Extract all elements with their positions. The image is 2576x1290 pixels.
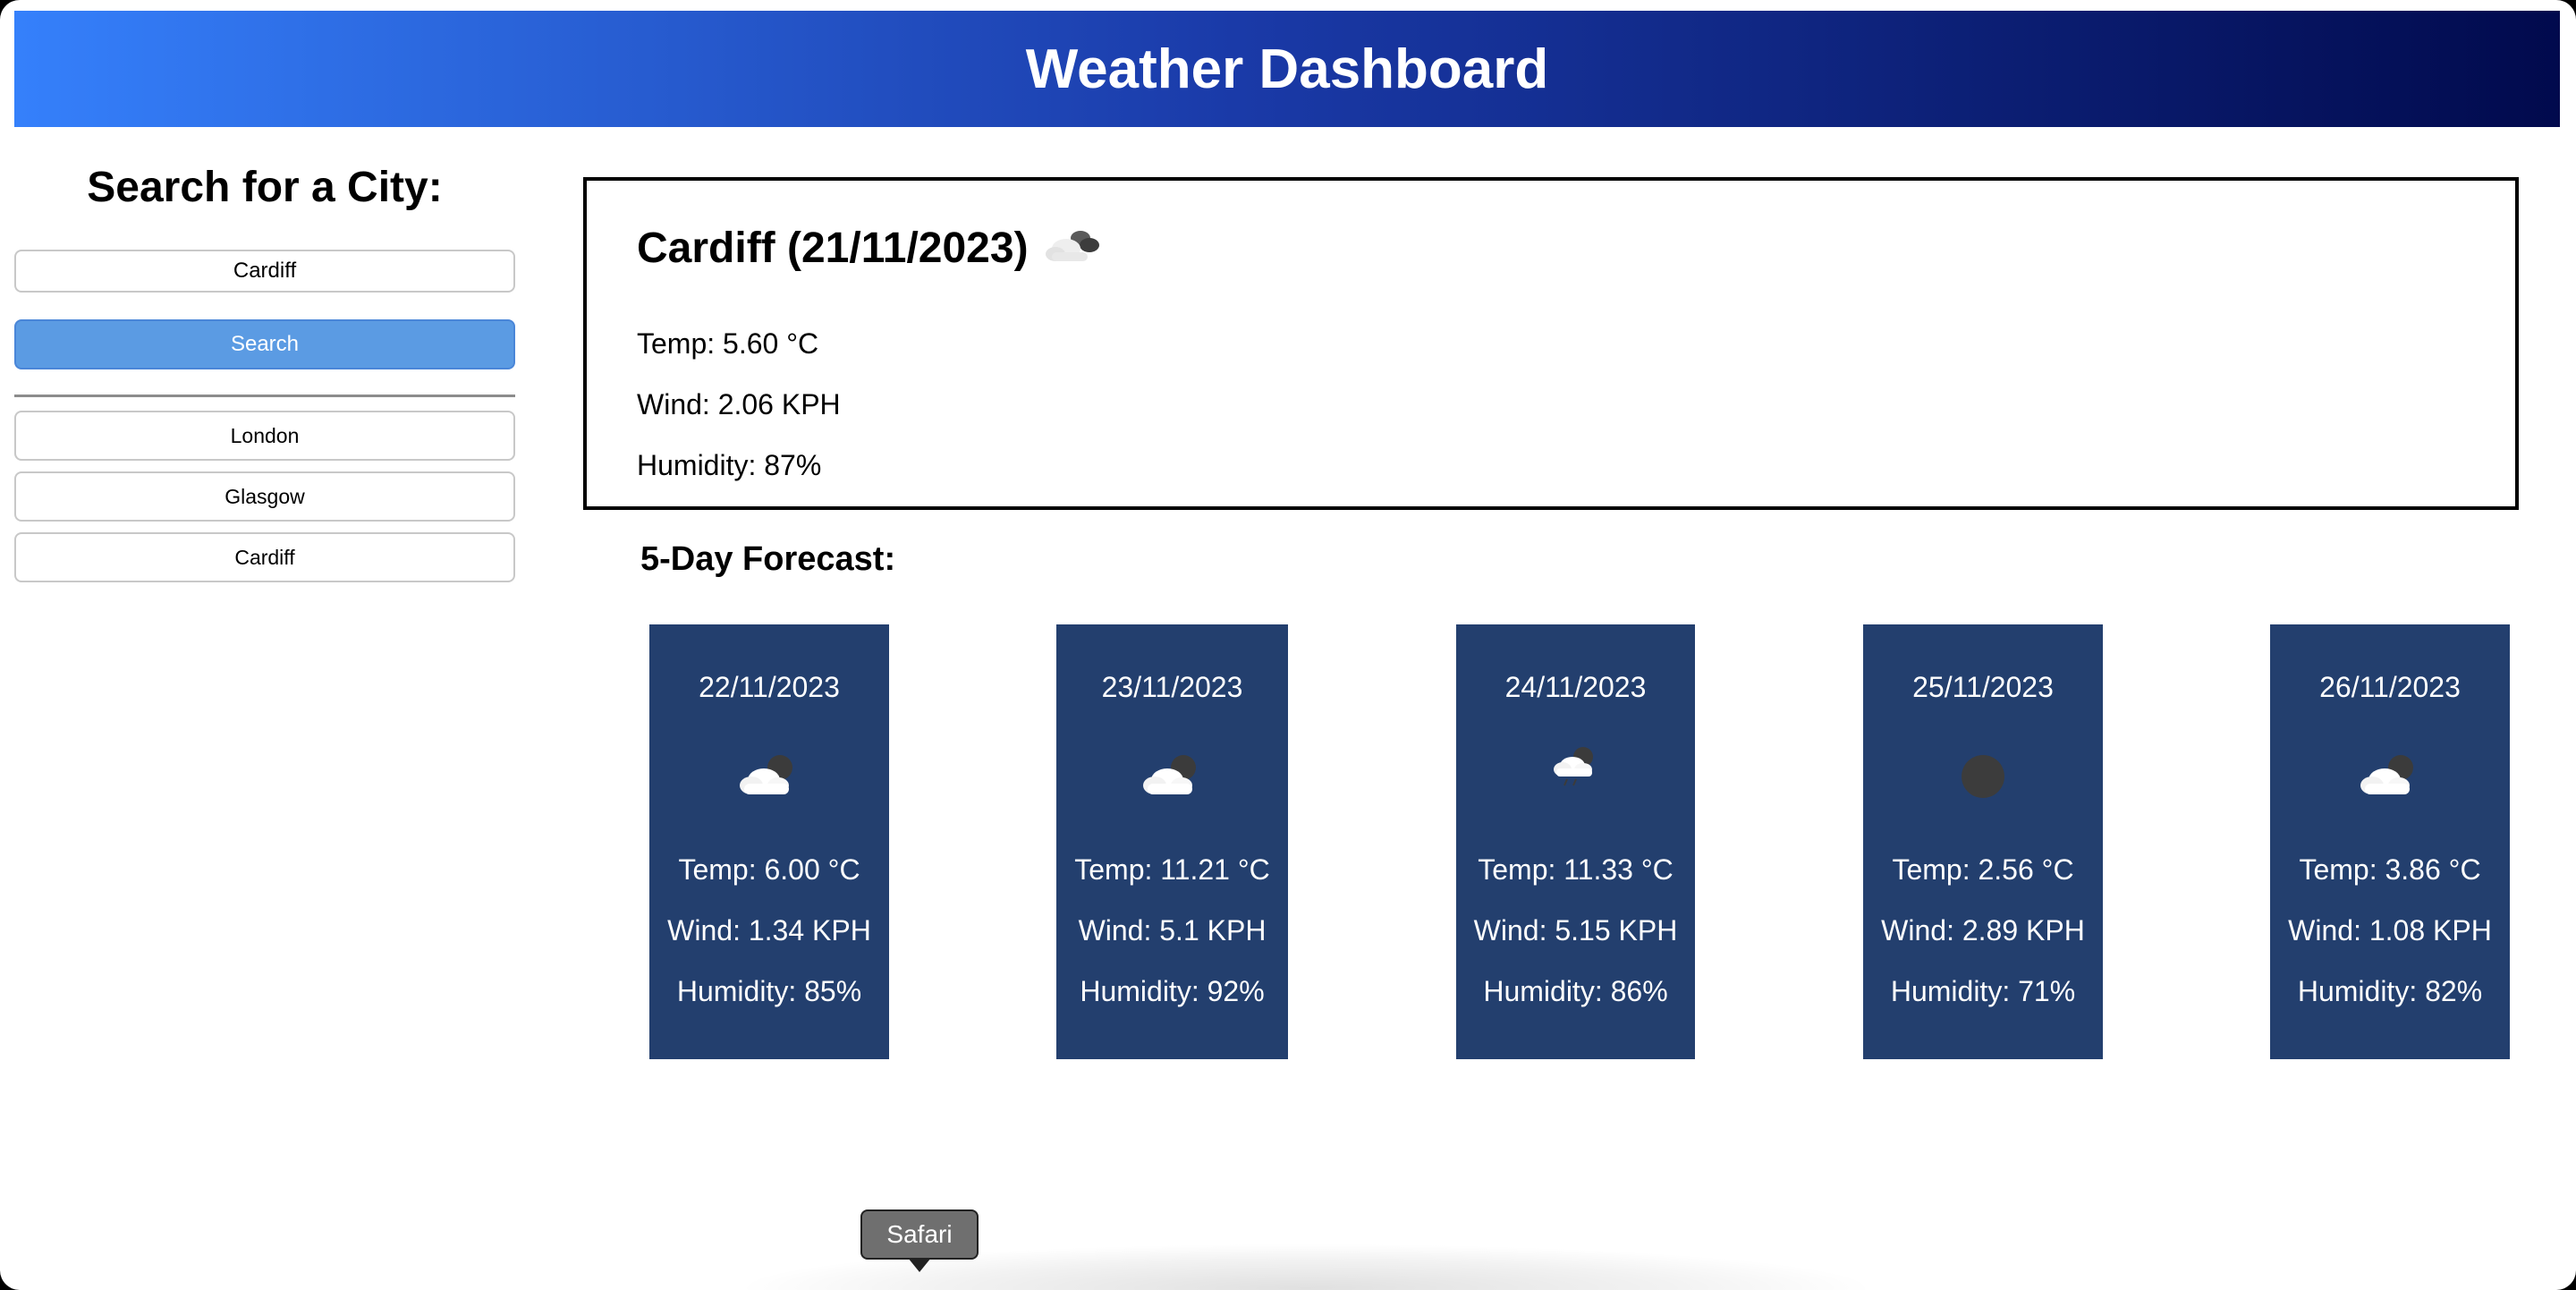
- forecast-temp: Temp: 11.33 °C: [1478, 853, 1674, 886]
- browser-page: Weather Dashboard Search for a City: Sea…: [0, 0, 2576, 1290]
- forecast-wind: Wind: 5.1 KPH: [1078, 914, 1267, 946]
- forecast-title: 5-Day Forecast:: [640, 540, 896, 578]
- forecast-card: 22/11/2023 Temp: 6.00 °C Wind: 1.34 KPH …: [649, 624, 889, 1059]
- forecast-temp: Temp: 2.56 °C: [1892, 853, 2074, 886]
- forecast-date: 23/11/2023: [1101, 671, 1243, 703]
- forecast-date: 26/11/2023: [2319, 671, 2461, 703]
- history-button-london[interactable]: London: [14, 411, 515, 461]
- forecast-humidity: Humidity: 71%: [1890, 975, 2076, 1007]
- forecast-wind: Wind: 5.15 KPH: [1473, 914, 1678, 946]
- sidebar-divider: [14, 395, 515, 397]
- partly-cloudy-night-icon: [2356, 750, 2424, 804]
- forecast-wind: Wind: 2.89 KPH: [1881, 914, 2085, 946]
- current-temp: Temp: 5.60 °C: [637, 327, 819, 360]
- forecast-humidity: Humidity: 86%: [1483, 975, 1668, 1007]
- cloudy-icon: [1045, 222, 1100, 274]
- forecast-card: 24/11/2023 Temp: 11.33 °C Wind: 5.15 KPH…: [1456, 624, 1695, 1059]
- partly-cloudy-night-icon: [1139, 750, 1207, 804]
- forecast-wind: Wind: 1.34 KPH: [667, 914, 871, 946]
- current-weather-heading: Cardiff (21/11/2023): [637, 222, 1100, 274]
- forecast-date: 22/11/2023: [699, 671, 840, 703]
- history-button-glasgow[interactable]: Glasgow: [14, 471, 515, 522]
- rain-cloud-icon: [1549, 741, 1603, 795]
- clear-night-icon: [1958, 750, 2008, 804]
- forecast-humidity: Humidity: 85%: [676, 975, 862, 1007]
- search-button[interactable]: Search: [14, 319, 515, 369]
- forecast-date: 25/11/2023: [1912, 671, 2054, 703]
- city-search-input[interactable]: [14, 250, 515, 293]
- forecast-card: 25/11/2023 Temp: 2.56 °C Wind: 2.89 KPH …: [1863, 624, 2103, 1059]
- search-sidebar: Search for a City: Search London Glasgow…: [14, 152, 515, 582]
- safari-dock-tooltip: Safari: [860, 1209, 979, 1260]
- partly-cloudy-night-icon: [735, 750, 803, 804]
- search-title: Search for a City:: [87, 164, 443, 211]
- current-wind: Wind: 2.06 KPH: [637, 388, 841, 420]
- forecast-humidity: Humidity: 82%: [2297, 975, 2483, 1007]
- tooltip-arrow: [908, 1258, 931, 1272]
- page-title: Weather Dashboard: [1025, 38, 1549, 100]
- forecast-temp: Temp: 3.86 °C: [2299, 853, 2481, 886]
- page-header: Weather Dashboard: [14, 11, 2560, 127]
- current-city-date: Cardiff (21/11/2023): [637, 224, 1029, 272]
- current-humidity: Humidity: 87%: [637, 449, 822, 481]
- forecast-date: 24/11/2023: [1504, 671, 1647, 703]
- forecast-wind: Wind: 1.08 KPH: [2288, 914, 2492, 946]
- forecast-card: 26/11/2023 Temp: 3.86 °C Wind: 1.08 KPH …: [2270, 624, 2510, 1059]
- forecast-temp: Temp: 6.00 °C: [678, 853, 860, 886]
- current-weather-panel: Cardiff (21/11/2023) Temp: 5.60 °C Wind:…: [583, 177, 2519, 510]
- forecast-humidity: Humidity: 92%: [1080, 975, 1265, 1007]
- history-button-cardiff[interactable]: Cardiff: [14, 532, 515, 582]
- forecast-temp: Temp: 11.21 °C: [1074, 853, 1270, 886]
- forecast-card: 23/11/2023 Temp: 11.21 °C Wind: 5.1 KPH …: [1056, 624, 1288, 1059]
